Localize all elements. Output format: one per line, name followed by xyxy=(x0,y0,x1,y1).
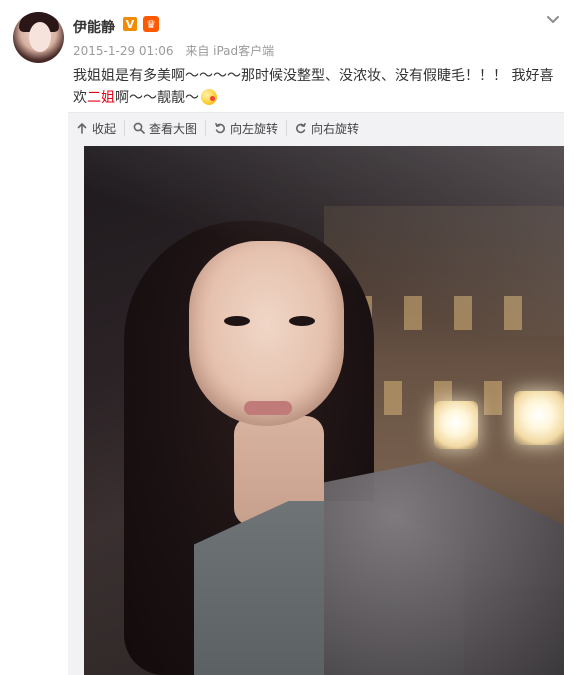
photo-lamp xyxy=(434,401,478,449)
timestamp-link[interactable]: 2015-1-29 01:06 xyxy=(73,44,174,58)
source-link[interactable]: 来自 iPad客户端 xyxy=(185,44,274,58)
post-highlight-link[interactable]: 二姐 xyxy=(87,90,115,106)
cheeky-face-emoji-icon xyxy=(201,89,217,105)
post-photo[interactable] xyxy=(84,146,564,675)
collapse-button[interactable]: 收起 xyxy=(68,120,126,136)
collapse-label: 收起 xyxy=(92,121,117,136)
view-large-label: 查看大图 xyxy=(149,121,198,136)
photo-lamp xyxy=(514,391,564,445)
rotate-left-icon xyxy=(215,123,225,134)
rotate-left-button[interactable]: 向左旋转 xyxy=(206,120,288,136)
crown-icon: ♛ xyxy=(146,17,156,31)
post-meta: 2015-1-29 01:06 来自 iPad客户端 xyxy=(73,42,274,59)
media-toolbar: 收起 查看大图 向左旋转 向右旋转 xyxy=(68,113,564,143)
photo-lip xyxy=(244,401,292,415)
photo-window xyxy=(384,381,402,415)
search-zoom-icon xyxy=(133,122,145,134)
rotate-right-icon xyxy=(296,123,306,134)
rotate-right-button[interactable]: 向右旋转 xyxy=(287,120,367,136)
vip-badge[interactable]: ♛ xyxy=(143,16,159,32)
chevron-down-icon[interactable] xyxy=(546,12,560,26)
media-box: 收起 查看大图 向左旋转 向右旋转 xyxy=(68,112,564,675)
view-large-button[interactable]: 查看大图 xyxy=(125,120,207,136)
post-header: 伊能静 V ♛ 2015-1-29 01:06 来自 iPad客户端 我姐姐是有… xyxy=(0,0,574,112)
rotate-right-label: 向右旋转 xyxy=(311,121,360,136)
avatar[interactable] xyxy=(13,12,64,63)
collapse-up-icon xyxy=(77,123,87,134)
verified-badge-text: V xyxy=(125,17,135,31)
post-content: 我姐姐是有多美啊～～～～那时候没整型、没浓妆、没有假睫毛！！！ 我好喜欢二姐啊～… xyxy=(73,65,563,109)
photo-window xyxy=(484,381,502,415)
verified-badge[interactable]: V xyxy=(123,17,137,31)
avatar-face xyxy=(29,22,51,52)
post-text-part-3: 啊～～靓靓～ xyxy=(115,90,199,106)
username[interactable]: 伊能静 xyxy=(73,17,115,37)
photo-sheen xyxy=(84,146,564,336)
rotate-left-label: 向左旋转 xyxy=(230,121,279,136)
